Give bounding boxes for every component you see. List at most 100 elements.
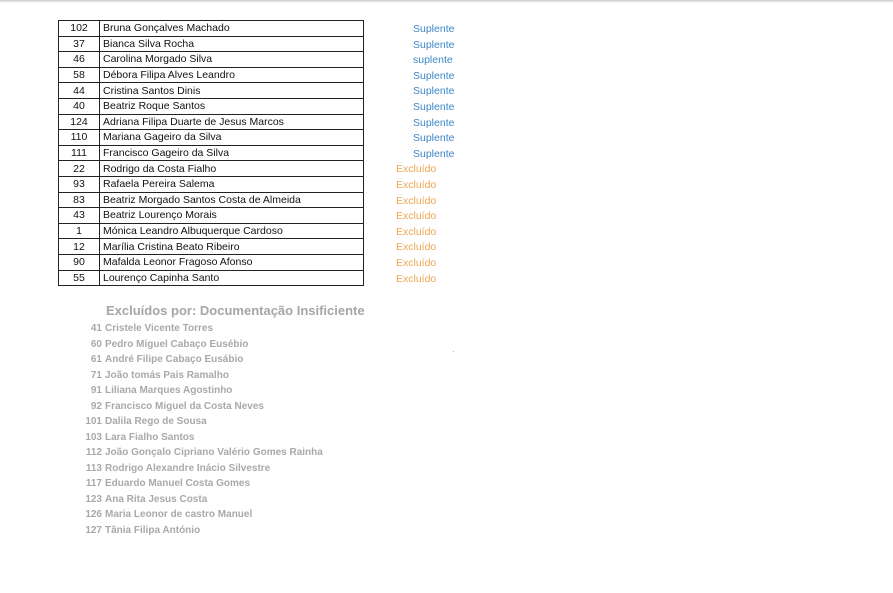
list-item: 112 João Gonçalo Cipriano Valério Gomes R… <box>76 445 323 461</box>
row-number: 44 <box>58 82 100 99</box>
stray-dot <box>453 351 454 352</box>
list-item: 103 Lara Fialho Santos <box>76 430 323 446</box>
item-name: André Filipe Cabaço Eusábio <box>105 354 244 365</box>
row-number: 43 <box>58 207 100 224</box>
item-number: 92 <box>90 400 102 412</box>
results-table-body: 102 Bruna Gonçalves Machado 37 Bianca Silva… <box>58 20 364 287</box>
item-name: Pedro Miguel Cabaço Eusébio <box>105 338 249 350</box>
top-shadow <box>0 0 893 3</box>
row-name: Rodrigo da Costa Fialho <box>99 160 364 177</box>
row-name: Adriana Filipa Duarte de Jesus Marcos <box>99 113 364 131</box>
list-item: 91 Liliana Marques Agostinho <box>76 383 323 399</box>
list-item: 61 André Filipe Cabaço Eusábio <box>76 352 323 368</box>
item-number: 117 <box>85 478 102 489</box>
item-number: 112 <box>85 447 102 458</box>
results-table-container: 102 Bruna Gonçalves Machado 37 Bianca Silva… <box>58 20 364 287</box>
row-name: Beatriz Morgado Santos Costa de Almeida <box>99 191 364 209</box>
row-name: Débora Filipa Alves Leandro <box>99 66 364 84</box>
row-status: Excluído <box>396 256 437 269</box>
results-table: 102 Bruna Gonçalves Machado 37 Bianca Silva… <box>58 20 364 287</box>
row-name: Mónica Leandro Albuquerque Cardoso <box>99 222 364 240</box>
row-status: Suplente <box>413 38 455 51</box>
item-name: Francisco Miguel da Costa Neves <box>105 400 264 412</box>
row-number: 110 <box>58 129 100 146</box>
excluded-section-title: Excluídos por: Documentação Insificiente <box>106 303 365 318</box>
row-status: Excluído <box>396 194 437 207</box>
row-number: 12 <box>58 238 100 255</box>
row-status: Suplente <box>413 100 455 113</box>
list-item: 41 Cristele Vicente Torres <box>76 321 323 337</box>
item-number: 127 <box>85 524 102 536</box>
row-status: Suplente <box>413 132 455 145</box>
table-row: 37 Bianca Silva Rocha <box>58 35 364 53</box>
table-row: 90 Mafalda Leonor Fragoso Afonso <box>58 253 364 271</box>
row-name: Bruna Gonçalves Machado <box>99 20 364 37</box>
row-number: 102 <box>58 20 100 37</box>
list-item: 92 Francisco Miguel da Costa Neves <box>76 399 323 415</box>
item-name: Lara Fialho Santos <box>105 431 195 443</box>
row-status: Excluído <box>396 178 437 191</box>
row-number: 37 <box>58 35 100 53</box>
row-status: Excluído <box>396 272 437 285</box>
row-status: Suplente <box>413 23 455 35</box>
row-status: Suplente <box>413 85 455 98</box>
row-number: 124 <box>58 113 100 131</box>
row-number: 55 <box>58 269 100 287</box>
table-row: 110 Mariana Gageiro da Silva <box>58 129 364 146</box>
row-number: 1 <box>58 222 100 240</box>
row-status: Suplente <box>413 147 455 160</box>
row-name: Carolina Morgado Silva <box>99 51 364 68</box>
row-name: Lourenço Capinha Santo <box>99 269 364 287</box>
row-name: Rafaela Pereira Salema <box>99 175 364 193</box>
row-number: 40 <box>58 97 100 115</box>
row-status: Excluído <box>396 241 437 254</box>
item-name: Eduardo Manuel Costa Gomes <box>105 478 251 489</box>
table-row: 102 Bruna Gonçalves Machado <box>58 20 364 37</box>
excluded-list: 41 Cristele Vicente Torres 60 Pedro Miguel … <box>76 321 323 538</box>
list-item: 71 João tomás Pais Ramalho <box>76 368 323 384</box>
item-name: Cristele Vicente Torres <box>105 323 214 334</box>
item-name: Ana Rita Jesus Costa <box>105 493 208 505</box>
table-row: 58 Débora Filipa Alves Leandro <box>58 66 364 84</box>
table-row: 124 Adriana Filipa Duarte de Jesus Marcos <box>58 113 364 131</box>
row-status: Suplente <box>413 69 455 82</box>
item-number: 126 <box>85 509 102 520</box>
document-page: 102 Bruna Gonçalves Machado 37 Bianca Silva… <box>0 0 893 593</box>
item-number: 61 <box>90 354 102 365</box>
list-item: 123 Ana Rita Jesus Costa <box>76 492 323 508</box>
row-status: suplente <box>413 54 453 67</box>
table-row: 22 Rodrigo da Costa Fialho <box>58 160 364 177</box>
item-name: João Gonçalo Cipriano Valério Gomes Rain… <box>105 447 323 458</box>
row-name: Francisco Gageiro da Silva <box>99 144 364 162</box>
item-number: 123 <box>85 493 102 505</box>
item-number: 41 <box>90 323 102 334</box>
table-row: 111 Francisco Gageiro da Silva <box>58 144 364 162</box>
row-name: Marília Cristina Beato Ribeiro <box>99 238 364 255</box>
item-name: João tomás Pais Ramalho <box>105 369 229 381</box>
item-name: Rodrigo Alexandre Inácio Silvestre <box>105 462 271 474</box>
list-item: 127 Tânia Filipa António <box>76 523 323 539</box>
row-name: Cristina Santos Dinis <box>99 82 364 99</box>
row-status: Excluído <box>396 163 437 176</box>
row-number: 22 <box>58 160 100 177</box>
table-row: 12 Marília Cristina Beato Ribeiro <box>58 238 364 255</box>
item-name: Maria Leonor de castro Manuel <box>105 509 253 520</box>
row-status: Suplente <box>413 116 455 129</box>
item-number: 113 <box>85 462 102 474</box>
row-status: Excluído <box>396 210 437 223</box>
row-number: 46 <box>58 51 100 68</box>
table-row: 55 Lourenço Capinha Santo <box>58 269 364 287</box>
item-number: 101 <box>85 416 102 427</box>
row-name: Beatriz Roque Santos <box>99 97 364 115</box>
row-number: 83 <box>58 191 100 209</box>
item-number: 103 <box>85 431 102 443</box>
row-name: Mafalda Leonor Fragoso Afonso <box>99 253 364 271</box>
list-item: 60 Pedro Miguel Cabaço Eusébio <box>76 337 323 353</box>
row-name: Beatriz Lourenço Morais <box>99 207 364 224</box>
list-item: 113 Rodrigo Alexandre Inácio Silvestre <box>76 461 323 477</box>
table-row: 83 Beatriz Morgado Santos Costa de Almeid… <box>58 191 364 209</box>
table-row: 43 Beatriz Lourenço Morais <box>58 207 364 224</box>
item-number: 91 <box>90 385 102 396</box>
item-name: Tânia Filipa António <box>105 524 201 536</box>
row-name: Mariana Gageiro da Silva <box>99 129 364 146</box>
